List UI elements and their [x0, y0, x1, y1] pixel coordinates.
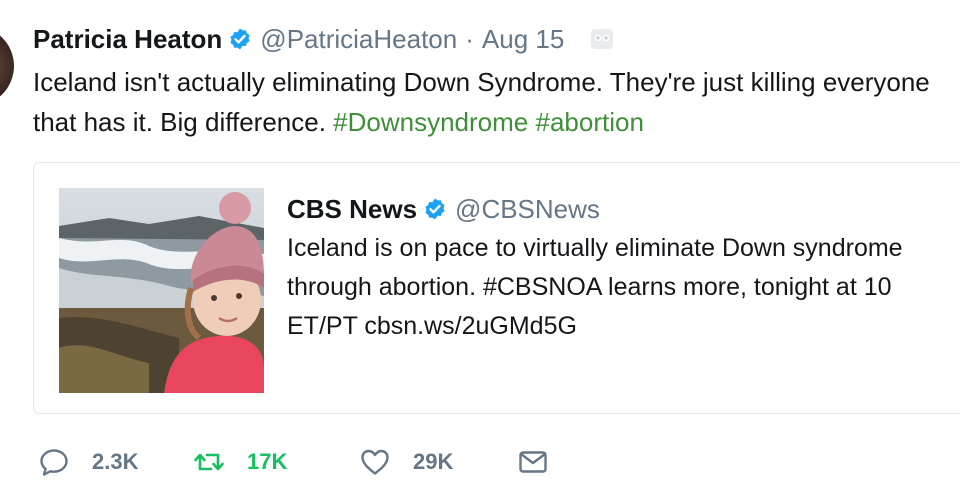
- tweet-date[interactable]: Aug 15: [482, 24, 564, 55]
- quoted-tweet-header: CBS News @CBSNews: [287, 193, 600, 225]
- quoted-text-line-2: through abortion. #CBSNOA learns more, t…: [287, 273, 892, 301]
- tweet-text-line-2: that has it. Big difference. #Downsyndro…: [33, 102, 960, 142]
- retweet-count: 17K: [247, 449, 288, 474]
- envelope-icon: [519, 451, 547, 473]
- reply-icon: [40, 449, 68, 476]
- quoted-author-name[interactable]: CBS News: [287, 194, 417, 225]
- tweet-header: Patricia Heaton @PatriciaHeaton · Aug 15: [33, 22, 614, 56]
- quoted-tweet-card[interactable]: CBS News @CBSNews Iceland is on pace to …: [33, 162, 960, 414]
- reply-button[interactable]: 2.3K: [38, 446, 193, 478]
- quoted-tweet-image[interactable]: [59, 188, 264, 393]
- direct-message-button[interactable]: [517, 446, 549, 478]
- quoted-text-line-1: Iceland is on pace to virtually eliminat…: [287, 234, 903, 262]
- more-options-icon[interactable]: [590, 28, 614, 50]
- tweet-actions: 2.3K 17K 29K: [38, 444, 549, 480]
- tweet-text-body: that has it. Big difference.: [33, 107, 326, 137]
- quoted-tweet-text: Iceland is on pace to virtually eliminat…: [287, 229, 960, 346]
- reply-count: 2.3K: [92, 449, 139, 474]
- hashtag-downsyndrome[interactable]: #Downsyndrome: [333, 107, 528, 137]
- author-handle[interactable]: @PatriciaHeaton: [260, 24, 457, 55]
- child-photo-image: [59, 188, 264, 393]
- tweet-text-line-1: Iceland isn't actually eliminating Down …: [33, 67, 930, 97]
- quoted-text-line-3: ET/PT cbsn.ws/2uGMd5G: [287, 312, 577, 340]
- header-separator: ·: [465, 23, 474, 54]
- verified-badge-icon: [425, 198, 445, 220]
- author-name[interactable]: Patricia Heaton: [33, 24, 222, 55]
- heart-icon: [361, 449, 389, 475]
- retweet-button[interactable]: 17K: [193, 446, 359, 478]
- retweet-icon: [194, 453, 224, 471]
- tweet-text: Iceland isn't actually eliminating Down …: [33, 62, 960, 142]
- author-avatar[interactable]: [0, 26, 14, 106]
- quoted-author-handle[interactable]: @CBSNews: [455, 194, 600, 225]
- hashtag-abortion[interactable]: #abortion: [535, 107, 643, 137]
- verified-badge-icon: [230, 28, 250, 50]
- like-button[interactable]: 29K: [359, 446, 517, 478]
- like-count: 29K: [413, 449, 454, 474]
